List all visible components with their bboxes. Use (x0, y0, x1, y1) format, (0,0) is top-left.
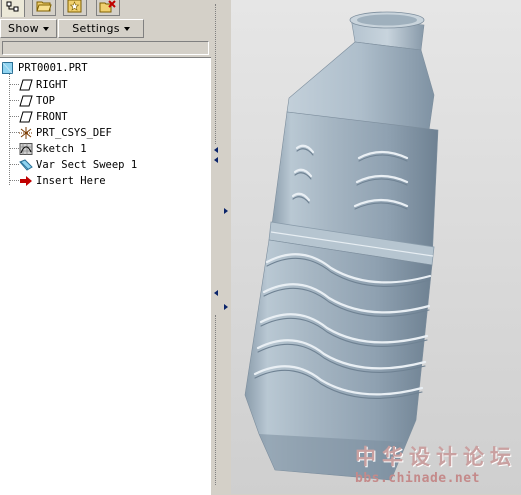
chevron-down-icon (123, 26, 130, 31)
tab-favorites[interactable] (63, 0, 87, 16)
tree-filter-field[interactable] (2, 41, 209, 55)
tree-item-label: FRONT (36, 110, 68, 123)
panel-splitter[interactable] (211, 0, 231, 494)
navigator-panel: Show Settings PRT0001.PRT RIGHT TOP FRON… (0, 0, 213, 495)
connections-icon (99, 0, 116, 12)
tab-folder-browser[interactable] (32, 0, 56, 16)
settings-menu-button[interactable]: Settings (58, 19, 144, 38)
expand-right-icon[interactable] (224, 208, 228, 214)
tree-item-csys[interactable]: PRT_CSYS_DEF (19, 125, 112, 140)
chevron-down-icon (42, 26, 49, 31)
model-tree-icon (6, 1, 19, 11)
tree-item-root[interactable]: PRT0001.PRT (1, 60, 88, 75)
datum-plane-icon (19, 95, 33, 106)
tab-model-tree[interactable] (1, 0, 25, 17)
settings-menu-label: Settings (72, 22, 120, 35)
tree-connector (9, 116, 19, 117)
tree-item-label: TOP (36, 94, 55, 107)
tree-connector (9, 100, 19, 101)
navigator-tabs (0, 0, 213, 17)
watermark-title: 中华设计论坛 (355, 444, 517, 469)
tree-connector (9, 164, 19, 165)
collapse-left-icon[interactable] (214, 157, 218, 163)
tree-item-label: PRT0001.PRT (18, 61, 88, 74)
bottle-model[interactable] (231, 0, 521, 494)
collapse-left-icon[interactable] (214, 290, 218, 296)
tree-item-top[interactable]: TOP (19, 93, 55, 108)
tree-connector (9, 132, 19, 133)
graphics-viewport[interactable]: 中华设计论坛 bbs.chinade.net (231, 0, 521, 494)
sketch-icon (19, 142, 33, 155)
part-icon (2, 61, 13, 74)
tree-connector (9, 148, 19, 149)
tree-connector (9, 84, 19, 85)
tree-menu-row: Show Settings (0, 19, 213, 39)
tree-item-sweep[interactable]: Var Sect Sweep 1 (19, 157, 137, 172)
datum-plane-icon (19, 79, 33, 90)
tree-item-sketch[interactable]: Sketch 1 (19, 141, 87, 156)
tree-item-right[interactable]: RIGHT (19, 77, 68, 92)
tree-item-insert-here[interactable]: Insert Here (19, 173, 106, 188)
tree-connector (9, 180, 19, 181)
splitter-grip (215, 315, 219, 485)
tree-item-label: Insert Here (36, 174, 106, 187)
tab-connections[interactable] (96, 0, 120, 16)
folder-icon (36, 1, 52, 11)
tree-connector (9, 72, 10, 185)
watermark-url: bbs.chinade.net (355, 471, 480, 486)
sweep-icon (19, 158, 33, 171)
tree-item-label: PRT_CSYS_DEF (36, 126, 112, 139)
watermark: 中华设计论坛 bbs.chinade.net (355, 441, 517, 486)
tree-item-front[interactable]: FRONT (19, 109, 68, 124)
tree-item-label: Var Sect Sweep 1 (36, 158, 138, 171)
model-tree: PRT0001.PRT RIGHT TOP FRONT PRT_CSYS_DEF… (0, 57, 211, 495)
coordinate-system-icon (19, 126, 33, 139)
collapse-left-icon[interactable] (214, 147, 218, 153)
expand-right-icon[interactable] (224, 304, 228, 310)
insert-arrow-icon (20, 175, 32, 186)
tree-item-label: Sketch 1 (36, 142, 87, 155)
show-menu-label: Show (8, 22, 39, 35)
show-menu-button[interactable]: Show (0, 19, 57, 38)
splitter-grip (215, 4, 219, 144)
datum-plane-icon (19, 111, 33, 122)
favorites-icon (67, 0, 82, 12)
tree-item-label: RIGHT (36, 78, 68, 91)
